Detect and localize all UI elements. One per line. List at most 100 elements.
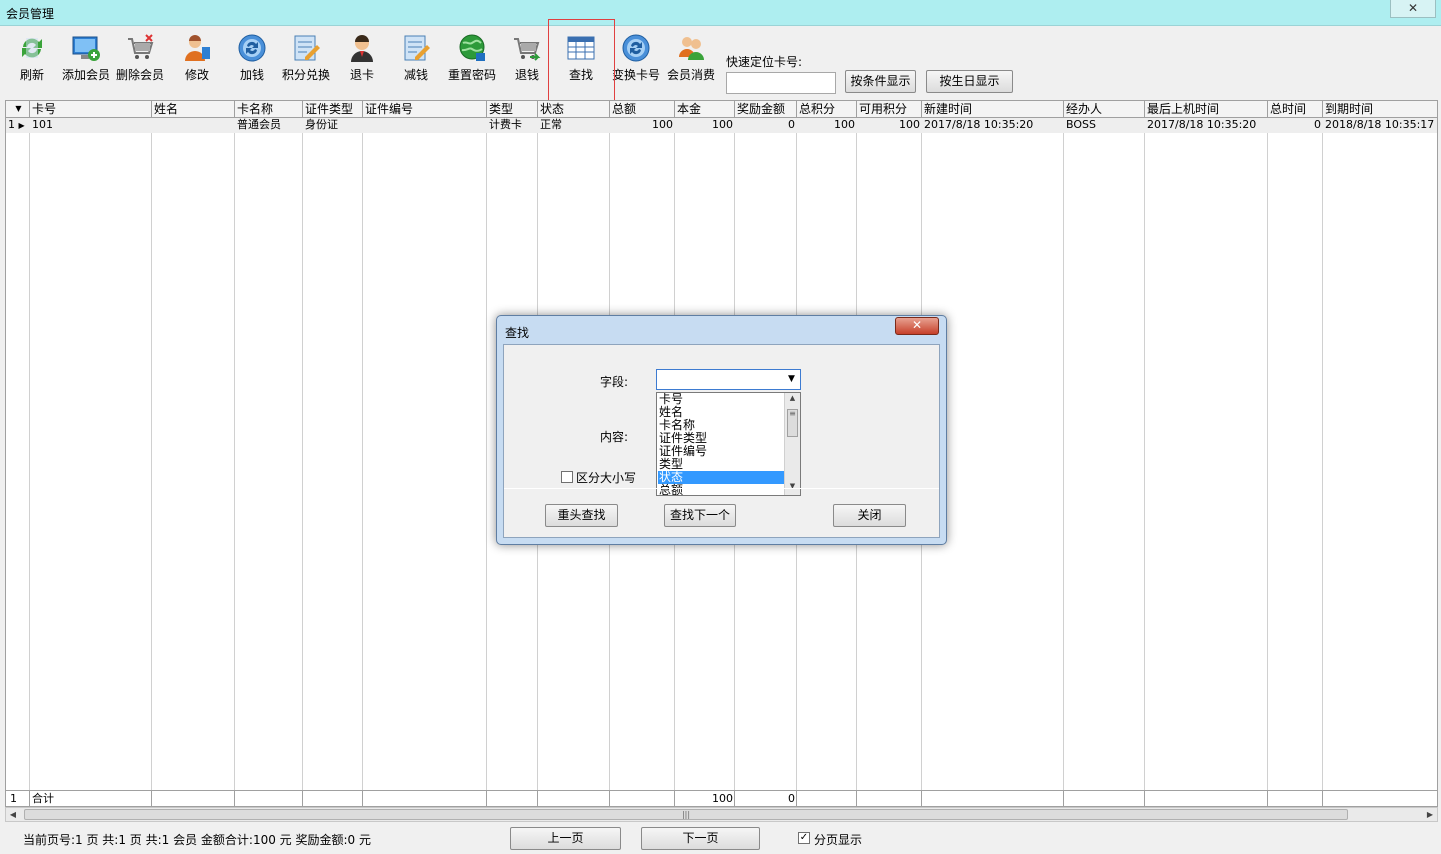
cell-type[interactable]: 计费卡 bbox=[487, 118, 538, 133]
edit-button[interactable]: 修改 bbox=[181, 31, 213, 87]
add-money-label: 加钱 bbox=[239, 68, 264, 82]
add-member-button[interactable]: 添加会员 bbox=[62, 31, 110, 87]
reset-password-label: 重置密码 bbox=[447, 68, 496, 82]
col-header-total-time[interactable]: 总时间 bbox=[1268, 101, 1323, 118]
col-header-total[interactable]: 总额 bbox=[610, 101, 675, 118]
field-select[interactable]: ▼ bbox=[656, 369, 801, 390]
member-consume-button[interactable]: 会员消费 bbox=[667, 31, 715, 87]
col-header-name[interactable]: 姓名 bbox=[152, 101, 235, 118]
return-card-icon bbox=[351, 35, 373, 62]
restart-find-button[interactable]: 重头查找 bbox=[545, 504, 618, 527]
col-header-total-points[interactable]: 总积分 bbox=[797, 101, 857, 118]
paging-label: 分页显示 bbox=[814, 833, 863, 847]
cell-card-no[interactable]: 101 bbox=[30, 118, 152, 133]
reset-password-icon bbox=[459, 34, 485, 61]
cell-principal[interactable]: 100 bbox=[675, 118, 735, 133]
cell-status[interactable]: 正常 bbox=[538, 118, 610, 133]
cell-total-time[interactable]: 0 bbox=[1268, 118, 1323, 133]
col-header-card-name[interactable]: 卡名称 bbox=[235, 101, 303, 118]
refund-label: 退钱 bbox=[514, 68, 539, 82]
cell-operator[interactable]: BOSS bbox=[1064, 118, 1145, 133]
reset-password-button[interactable]: 重置密码 bbox=[448, 31, 496, 87]
cell-total[interactable]: 100 bbox=[610, 118, 675, 133]
window-close-button[interactable]: ✕ bbox=[1390, 0, 1436, 18]
grid-column-line bbox=[30, 118, 152, 806]
col-header-expire[interactable]: 到期时间 bbox=[1323, 101, 1437, 118]
change-card-button[interactable]: 变换卡号 bbox=[612, 31, 660, 87]
grid-column-line bbox=[6, 118, 30, 806]
add-money-icon bbox=[238, 34, 266, 62]
cell-id-type[interactable]: 身份证 bbox=[303, 118, 363, 133]
by-birthday-button[interactable]: 按生日显示 bbox=[926, 70, 1013, 93]
cell-bonus[interactable]: 0 bbox=[735, 118, 797, 133]
case-sensitive-checkbox[interactable] bbox=[561, 471, 573, 483]
scroll-left-arrow-icon[interactable]: ◀ bbox=[6, 808, 20, 821]
cell-expire[interactable]: 2018/8/18 10:35:17 bbox=[1323, 118, 1437, 133]
footer-column-line bbox=[303, 791, 363, 806]
row-index: 1 bbox=[8, 118, 15, 131]
col-header-id-number[interactable]: 证件编号 bbox=[363, 101, 487, 118]
grid-corner-dropdown[interactable]: ▼ bbox=[6, 101, 30, 118]
footer-bonus: 0 bbox=[788, 792, 795, 805]
cell-card-name[interactable]: 普通会员 bbox=[235, 118, 303, 133]
grid-column-line bbox=[235, 118, 303, 806]
by-condition-button[interactable]: 按条件显示 bbox=[845, 70, 916, 93]
grid-column-line bbox=[1064, 118, 1145, 806]
next-page-button[interactable]: 下一页 bbox=[641, 827, 760, 850]
window-title-bar: 会员管理 ✕ bbox=[0, 0, 1441, 26]
chevron-down-icon[interactable]: ▼ bbox=[784, 371, 799, 388]
cell-available-points[interactable]: 100 bbox=[857, 118, 922, 133]
points-exchange-label: 积分兑换 bbox=[281, 68, 330, 82]
delete-member-button[interactable]: 删除会员 bbox=[116, 31, 164, 87]
cell-last-online[interactable]: 2017/8/18 10:35:20 bbox=[1145, 118, 1268, 133]
quick-locate-label: 快速定位卡号: bbox=[726, 55, 803, 69]
col-header-card-no[interactable]: 卡号 bbox=[30, 101, 152, 118]
add-money-button[interactable]: 加钱 bbox=[236, 31, 268, 87]
footer-column-line bbox=[487, 791, 538, 806]
col-header-bonus[interactable]: 奖励金额 bbox=[735, 101, 797, 118]
find-dialog: 查找 ✕ 字段: ▼ 卡号 姓名 卡名称 证件类型 证件编号 类型 状态 总额 … bbox=[496, 315, 947, 545]
find-next-button[interactable]: 查找下一个 bbox=[664, 504, 736, 527]
points-exchange-button[interactable]: 积分兑换 bbox=[282, 31, 330, 87]
find-dialog-close-icon[interactable]: ✕ bbox=[895, 317, 939, 335]
cell-id-number[interactable] bbox=[363, 118, 487, 133]
col-header-operator[interactable]: 经办人 bbox=[1064, 101, 1145, 118]
col-header-created[interactable]: 新建时间 bbox=[922, 101, 1064, 118]
footer-index: 1 bbox=[10, 792, 17, 805]
paging-checkbox[interactable]: ✓ bbox=[798, 832, 810, 844]
row-indicator: 1 ▶ bbox=[6, 118, 30, 133]
return-card-button[interactable]: 退卡 bbox=[346, 31, 378, 87]
cell-total-points[interactable]: 100 bbox=[797, 118, 857, 133]
return-card-label: 退卡 bbox=[349, 68, 374, 82]
col-header-id-type[interactable]: 证件类型 bbox=[303, 101, 363, 118]
scroll-right-arrow-icon[interactable]: ▶ bbox=[1423, 808, 1437, 821]
col-header-type[interactable]: 类型 bbox=[487, 101, 538, 118]
scroll-thumb[interactable]: ||| bbox=[24, 809, 1348, 820]
refresh-label: 刷新 bbox=[19, 68, 44, 82]
refund-button[interactable]: 退钱 bbox=[511, 31, 543, 87]
cell-name[interactable] bbox=[152, 118, 235, 133]
col-header-available-points[interactable]: 可用积分 bbox=[857, 101, 922, 118]
cell-created[interactable]: 2017/8/18 10:35:20 bbox=[922, 118, 1064, 133]
close-dialog-button[interactable]: 关闭 bbox=[833, 504, 906, 527]
member-consume-icon bbox=[679, 37, 704, 60]
col-header-principal[interactable]: 本金 bbox=[675, 101, 735, 118]
subtract-money-button[interactable]: 减钱 bbox=[400, 31, 432, 87]
options-scrollbar[interactable]: ▲ ≡ ▼ bbox=[784, 393, 800, 495]
add-member-label: 添加会员 bbox=[61, 68, 110, 82]
points-exchange-icon bbox=[294, 35, 320, 61]
col-header-status[interactable]: 状态 bbox=[538, 101, 610, 118]
grid-column-line bbox=[152, 118, 235, 806]
change-card-label: 变换卡号 bbox=[611, 68, 660, 82]
field-options-list[interactable]: 卡号 姓名 卡名称 证件类型 证件编号 类型 状态 总额 ▲ ≡ ▼ bbox=[656, 392, 801, 496]
list-item[interactable]: 总额 bbox=[658, 484, 784, 496]
prev-page-button[interactable]: 上一页 bbox=[510, 827, 621, 850]
grid-horizontal-scrollbar[interactable]: ◀ ||| ▶ bbox=[5, 807, 1438, 822]
content-label: 内容: bbox=[600, 430, 629, 444]
grid-column-line bbox=[303, 118, 363, 806]
refresh-button[interactable]: 刷新 bbox=[16, 31, 48, 87]
scroll-up-arrow-icon[interactable]: ▲ bbox=[785, 394, 800, 406]
quick-locate-input[interactable] bbox=[726, 72, 836, 94]
options-scroll-thumb[interactable]: ≡ bbox=[787, 409, 798, 437]
col-header-last-online[interactable]: 最后上机时间 bbox=[1145, 101, 1268, 118]
